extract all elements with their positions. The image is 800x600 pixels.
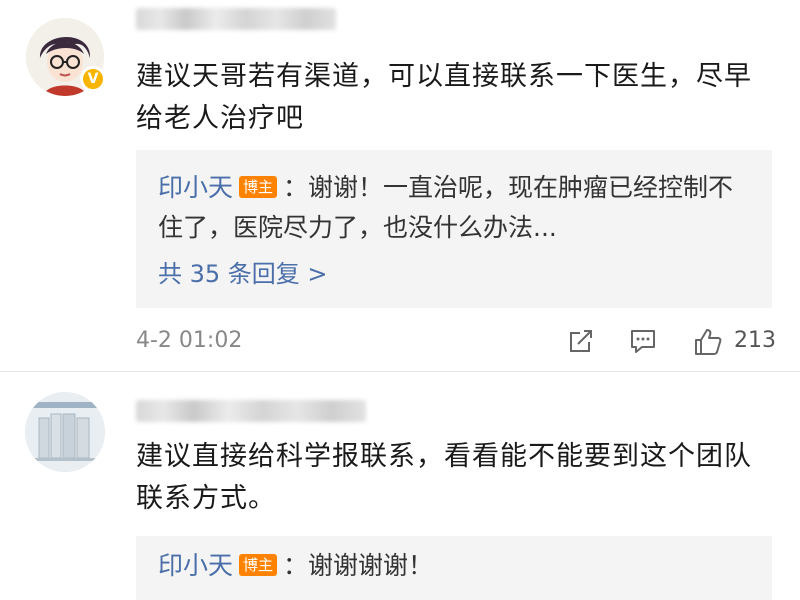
- comment-footer: 4-2 01:02 213: [136, 326, 776, 358]
- verified-badge-icon: V: [80, 66, 106, 92]
- comment-item: 建议直接给科学报联系，看看能不能要到这个团队联系方式。 印小天 博主 ：谢谢谢谢！: [0, 372, 800, 600]
- like-count: 213: [734, 328, 776, 353]
- reply-box[interactable]: 印小天 博主 ：谢谢！一直治呢，现在肿瘤已经控制不住了，医院尽力了，也没什么办法..…: [136, 150, 772, 308]
- comment-icon[interactable]: [628, 326, 658, 360]
- avatar[interactable]: [25, 392, 105, 472]
- reply-box[interactable]: 印小天 博主 ：谢谢谢谢！: [136, 536, 772, 600]
- comment-item: V 建议天哥若有渠道，可以直接联系一下医生，尽早给老人治疗吧 印小天 博主 ：谢谢！…: [0, 0, 800, 372]
- reply-line: 印小天 博主 ：谢谢谢谢！: [158, 546, 758, 586]
- timestamp: 4-2 01:02: [136, 328, 243, 353]
- more-replies-link[interactable]: 共 35 条回复 >: [158, 254, 328, 289]
- reply-text: ：谢谢谢谢！: [283, 551, 434, 580]
- username-blurred[interactable]: [136, 400, 366, 422]
- share-icon[interactable]: [566, 326, 596, 360]
- comment-text: 建议直接给科学报联系，看看能不能要到这个团队联系方式。: [136, 441, 752, 514]
- author-badge: 博主: [239, 176, 278, 198]
- like-icon[interactable]: [692, 326, 724, 362]
- reply-author[interactable]: 印小天: [158, 173, 233, 202]
- username-blurred[interactable]: [136, 8, 336, 30]
- reply-line: 印小天 博主 ：谢谢！一直治呢，现在肿瘤已经控制不住了，医院尽力了，也没什么办法..…: [158, 168, 758, 248]
- author-badge: 博主: [239, 554, 278, 576]
- avatar-illustration: [25, 392, 105, 472]
- comment-text: 建议天哥若有渠道，可以直接联系一下医生，尽早给老人治疗吧: [136, 61, 752, 134]
- reply-author[interactable]: 印小天: [158, 551, 233, 580]
